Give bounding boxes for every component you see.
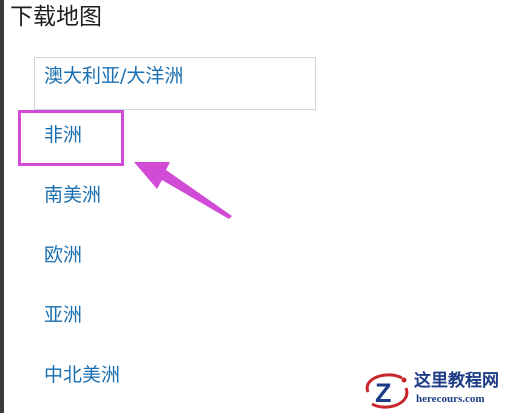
region-list: 澳大利亚/大洋洲 非洲 南美洲 欧洲 亚洲 中北美洲: [0, 0, 507, 413]
watermark-logo-letter: Z: [375, 378, 392, 408]
watermark: Z 这里教程网 herecours.com: [360, 368, 507, 413]
region-item-africa[interactable]: 非洲: [44, 122, 82, 148]
region-item-asia[interactable]: 亚洲: [44, 302, 82, 328]
watermark-logo-icon: Z: [365, 373, 409, 409]
region-item-south-america[interactable]: 南美洲: [44, 182, 101, 208]
region-item-oceania[interactable]: 澳大利亚/大洋洲: [34, 57, 316, 110]
region-item-europe[interactable]: 欧洲: [44, 242, 82, 268]
watermark-site-url: herecours.com: [416, 393, 485, 405]
watermark-site-name: 这里教程网: [414, 371, 499, 391]
region-item-north-central-america[interactable]: 中北美洲: [44, 362, 120, 388]
